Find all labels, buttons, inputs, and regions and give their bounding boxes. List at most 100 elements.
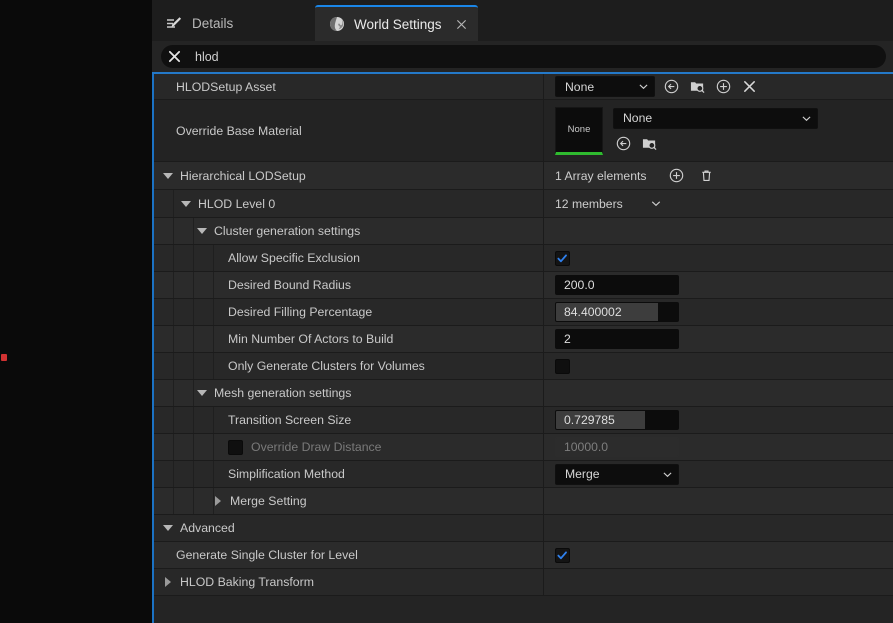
property-value-cell: 2 bbox=[544, 326, 893, 352]
property-name-cell: Desired Bound Radius bbox=[154, 272, 544, 298]
indent-guides bbox=[154, 380, 194, 406]
desired-filling-percentage-input[interactable]: 84.400002 bbox=[555, 302, 679, 322]
table-row: Simplification Method Merge bbox=[154, 461, 893, 488]
close-icon[interactable] bbox=[454, 17, 468, 31]
table-row: Generate Single Cluster for Level bbox=[154, 542, 893, 569]
chevron-down-icon[interactable] bbox=[194, 385, 210, 401]
hlodsetup-asset-picker[interactable]: None bbox=[555, 76, 655, 97]
browse-asset-button[interactable] bbox=[639, 134, 659, 154]
chevron-down-icon[interactable] bbox=[194, 223, 210, 239]
array-element-count: 1 Array elements bbox=[555, 168, 647, 183]
clear-search-icon[interactable] bbox=[161, 45, 187, 68]
property-name-cell[interactable]: Mesh generation settings bbox=[154, 380, 544, 406]
add-array-element-button[interactable] bbox=[666, 166, 686, 186]
table-row: HLOD Level 0 12 members bbox=[154, 190, 893, 218]
property-name-cell[interactable]: Cluster generation settings bbox=[154, 218, 544, 244]
tab-strip: Details World Settings bbox=[152, 0, 893, 41]
allow-specific-exclusion-checkbox[interactable] bbox=[555, 250, 570, 266]
browse-asset-button[interactable] bbox=[687, 77, 707, 97]
world-settings-panel: Details World Settings hlod HLODSetup As… bbox=[152, 0, 893, 623]
property-value-cell bbox=[544, 515, 893, 541]
property-name-cell[interactable]: Merge Setting bbox=[154, 488, 544, 514]
table-row: Advanced bbox=[154, 515, 893, 542]
generate-single-cluster-checkbox[interactable] bbox=[555, 547, 570, 563]
property-name-cell: Generate Single Cluster for Level bbox=[154, 542, 544, 568]
chevron-down-icon[interactable] bbox=[178, 196, 194, 212]
table-row: Cluster generation settings bbox=[154, 218, 893, 245]
indent-guides bbox=[154, 407, 214, 433]
property-name-cell[interactable]: Advanced bbox=[154, 515, 544, 541]
hlodsetup-asset-value: None bbox=[565, 79, 595, 94]
property-value-cell: 10000.0 bbox=[544, 434, 893, 460]
indent-guides bbox=[154, 488, 214, 514]
property-value-cell: None None bbox=[544, 100, 893, 161]
screen: Details World Settings hlod HLODSetup As… bbox=[0, 0, 893, 623]
chevron-down-icon[interactable] bbox=[160, 168, 176, 184]
new-asset-button[interactable] bbox=[713, 77, 733, 97]
struct-member-count: 12 members bbox=[555, 196, 623, 211]
property-name-cell[interactable]: HLOD Level 0 bbox=[154, 190, 544, 217]
chevron-right-icon[interactable] bbox=[210, 493, 226, 509]
table-row: Mesh generation settings bbox=[154, 380, 893, 407]
property-value-cell: None bbox=[544, 74, 893, 99]
property-value-cell bbox=[544, 218, 893, 244]
chevron-right-icon[interactable] bbox=[160, 574, 176, 590]
property-name-cell: Transition Screen Size bbox=[154, 407, 544, 433]
override-draw-distance-value: 10000.0 bbox=[564, 440, 609, 454]
use-selected-asset-button[interactable] bbox=[661, 77, 681, 97]
property-label: HLODSetup Asset bbox=[176, 79, 276, 94]
property-name-cell: Min Number Of Actors to Build bbox=[154, 326, 544, 352]
transition-screen-size-input[interactable]: 0.729785 bbox=[555, 410, 679, 430]
tab-world-settings[interactable]: World Settings bbox=[315, 5, 478, 41]
search-input[interactable]: hlod bbox=[161, 45, 886, 68]
property-value-cell bbox=[544, 488, 893, 514]
clear-asset-button[interactable] bbox=[739, 77, 759, 97]
globe-icon bbox=[329, 16, 345, 32]
tab-details[interactable]: Details bbox=[152, 5, 315, 41]
chevron-down-icon[interactable] bbox=[651, 199, 661, 209]
property-name-cell: Allow Specific Exclusion bbox=[154, 245, 544, 271]
min-number-of-actors-input[interactable]: 2 bbox=[555, 329, 679, 349]
simplification-method-dropdown[interactable]: Merge bbox=[555, 463, 679, 485]
property-label: Override Draw Distance bbox=[251, 440, 382, 454]
delete-array-button[interactable] bbox=[696, 166, 716, 186]
tab-world-settings-label: World Settings bbox=[354, 16, 442, 32]
chevron-down-icon[interactable] bbox=[160, 520, 176, 536]
property-name-cell: Desired Filling Percentage bbox=[154, 299, 544, 325]
table-row: Merge Setting bbox=[154, 488, 893, 515]
property-name-cell[interactable]: Hierarchical LODSetup bbox=[154, 162, 544, 189]
material-thumbnail[interactable]: None bbox=[555, 106, 603, 155]
material-thumbnail-label: None bbox=[567, 124, 591, 135]
property-value-cell: Merge bbox=[544, 461, 893, 487]
property-name-cell: Only Generate Clusters for Volumes bbox=[154, 353, 544, 379]
property-name-cell[interactable]: HLOD Baking Transform bbox=[154, 569, 544, 595]
property-label: Min Number Of Actors to Build bbox=[228, 332, 394, 346]
override-base-material-picker[interactable]: None bbox=[613, 107, 818, 129]
table-row: Hierarchical LODSetup 1 Array elements bbox=[154, 162, 893, 190]
table-row: HLOD Baking Transform bbox=[154, 569, 893, 596]
desired-filling-percentage-value: 84.400002 bbox=[564, 305, 622, 319]
override-draw-distance-input: 10000.0 bbox=[555, 437, 679, 457]
property-value-cell bbox=[544, 569, 893, 595]
only-generate-clusters-for-volumes-checkbox[interactable] bbox=[555, 358, 570, 374]
property-label: Mesh generation settings bbox=[214, 386, 352, 400]
property-value-cell: 1 Array elements bbox=[544, 162, 893, 189]
desired-bound-radius-input[interactable]: 200.0 bbox=[555, 275, 679, 295]
indent-guides bbox=[154, 326, 214, 352]
use-selected-asset-button[interactable] bbox=[613, 134, 633, 154]
simplification-method-value: Merge bbox=[565, 467, 600, 481]
chevron-down-icon bbox=[662, 469, 672, 479]
property-value-cell: 84.400002 bbox=[544, 299, 893, 325]
min-number-of-actors-value: 2 bbox=[564, 332, 571, 346]
table-row: Transition Screen Size 0.729785 bbox=[154, 407, 893, 434]
override-draw-distance-checkbox[interactable] bbox=[228, 439, 243, 455]
search-row: hlod bbox=[152, 41, 893, 71]
property-label: Generate Single Cluster for Level bbox=[176, 548, 358, 562]
table-row: Override Base Material None None bbox=[154, 100, 893, 162]
property-label: HLOD Baking Transform bbox=[180, 575, 314, 589]
property-value-cell: 12 members bbox=[544, 190, 893, 217]
indent-guides bbox=[154, 299, 214, 325]
property-label: Allow Specific Exclusion bbox=[228, 251, 360, 265]
table-row: Only Generate Clusters for Volumes bbox=[154, 353, 893, 380]
property-name-cell: HLODSetup Asset bbox=[154, 74, 544, 99]
